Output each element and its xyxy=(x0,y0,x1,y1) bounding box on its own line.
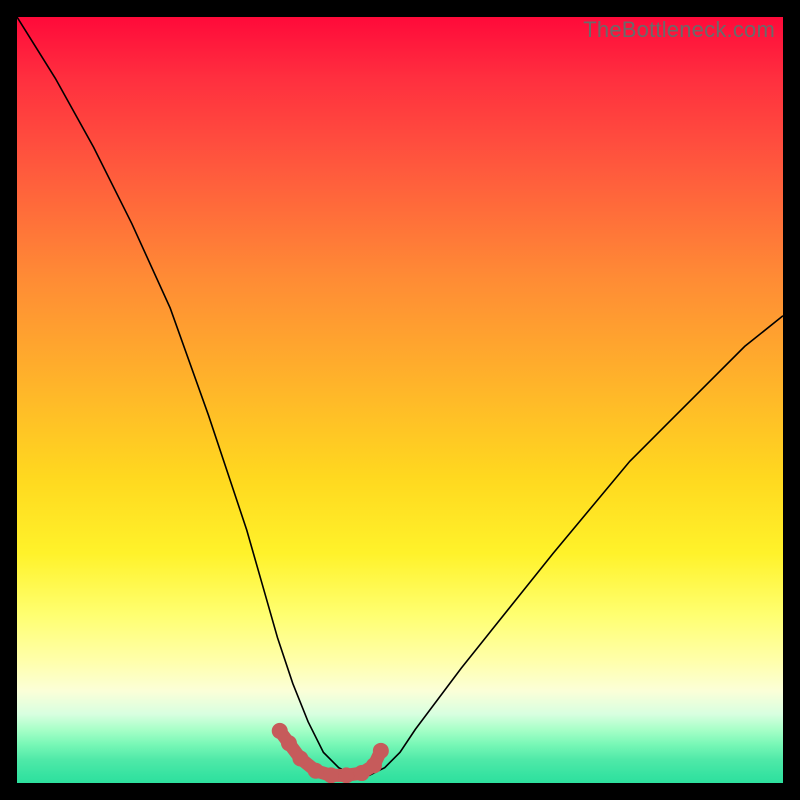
valley-dot xyxy=(323,767,339,783)
valley-dot xyxy=(366,757,382,773)
valley-dot xyxy=(373,743,389,759)
watermark-text: TheBottleneck.com xyxy=(583,17,775,43)
valley-dot xyxy=(308,763,324,779)
valley-dot xyxy=(338,767,354,783)
plot-svg xyxy=(17,17,783,783)
bottleneck-curve xyxy=(17,17,783,775)
valley-dot xyxy=(281,735,297,751)
chart-frame: TheBottleneck.com xyxy=(17,17,783,783)
valley-dot xyxy=(292,750,308,766)
